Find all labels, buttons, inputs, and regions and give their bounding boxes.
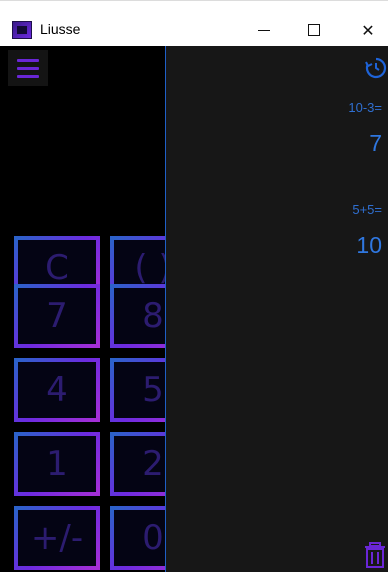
key-label: 4 [46,370,68,410]
maximize-button[interactable] [290,15,338,45]
hamburger-icon-line [17,58,39,62]
history-result[interactable]: 10 [356,232,382,259]
key-0[interactable]: 0 [110,506,166,570]
key-label: 1 [46,444,68,484]
key-8[interactable]: 8 [110,284,166,348]
key-label: 7 [46,296,68,336]
key-label: +/- [30,518,84,558]
app-icon [12,21,32,39]
app-title: Liusse [40,21,81,37]
key-plus-minus[interactable]: +/- [14,506,100,570]
history-expression[interactable]: 5+5= [352,202,382,217]
hamburger-icon-line [17,66,39,70]
key-2[interactable]: 2 [110,432,166,496]
minimize-button[interactable] [240,15,288,45]
history-pane: 10-3= 7 5+5= 10 [166,46,388,572]
key-label: 0 [142,518,164,558]
close-icon: ✕ [361,20,375,40]
key-label: 5 [142,370,164,410]
key-label: C [45,248,69,288]
title-bar: Liusse ✕ [0,0,388,46]
key-label: 2 [142,444,164,484]
maximize-icon [308,24,320,36]
key-7[interactable]: 7 [14,284,100,348]
key-5[interactable]: 5 [110,358,166,422]
history-expression[interactable]: 10-3= [348,100,382,115]
key-4[interactable]: 4 [14,358,100,422]
hamburger-icon-line [17,74,39,78]
menu-button[interactable] [8,50,48,86]
history-result[interactable]: 7 [369,130,382,157]
key-label: 8 [142,296,164,336]
key-label: ( ) [134,248,166,288]
history-icon[interactable] [364,56,388,80]
close-button[interactable]: ✕ [344,15,388,45]
calculator-pane: C ( ) 7 8 4 5 1 2 +/- 0 [0,46,166,572]
key-1[interactable]: 1 [14,432,100,496]
trash-icon[interactable] [364,542,386,568]
minimize-icon [258,29,270,31]
